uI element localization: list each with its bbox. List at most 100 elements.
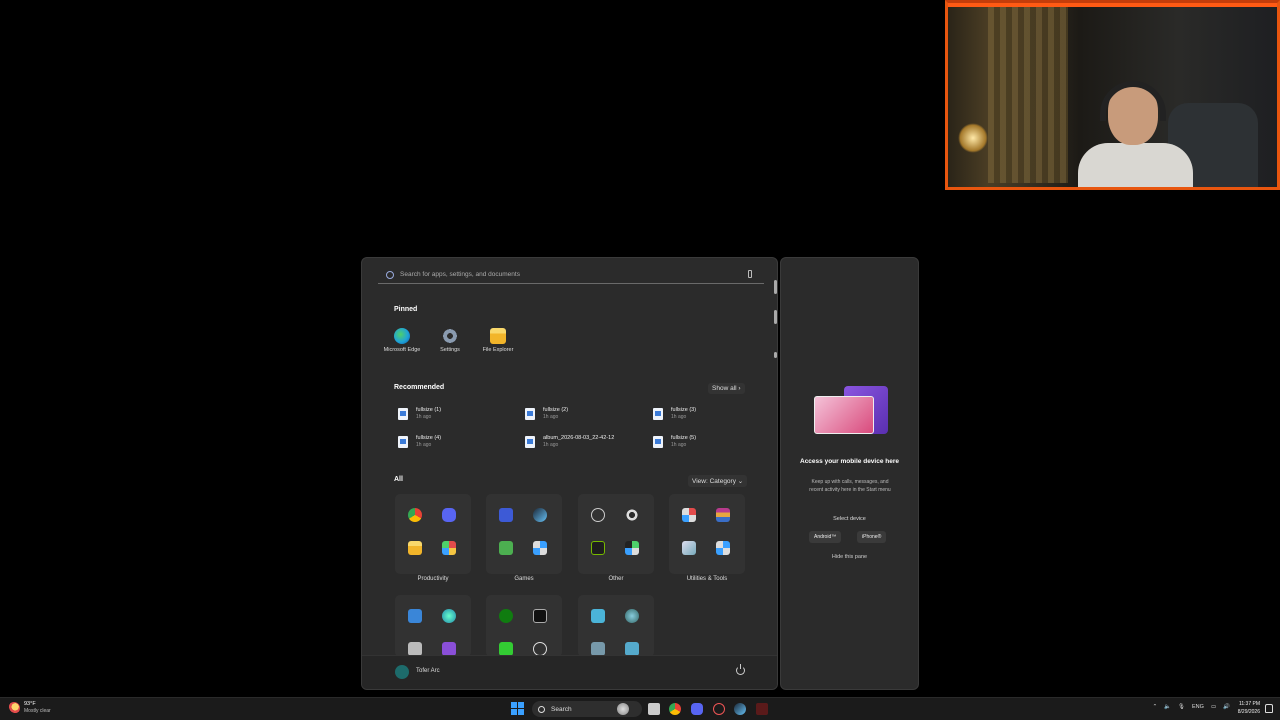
app-icon[interactable]: [756, 703, 768, 715]
category-label: Utilities & Tools: [686, 576, 728, 582]
chrome-icon[interactable]: [408, 508, 422, 522]
language-indicator[interactable]: ENG: [1192, 704, 1204, 710]
pinned-app-settings[interactable]: Settings: [426, 328, 474, 353]
document-icon: [653, 436, 663, 448]
notification-icon[interactable]: [1265, 704, 1273, 713]
xbox-icon[interactable]: [499, 609, 513, 623]
network-icon[interactable]: ▭: [1211, 704, 1216, 710]
pinned-app-file-explorer[interactable]: File Explorer: [474, 328, 522, 353]
taskbar: 93°F Mostly clear Search ⌃ 🔈 🎙 ENG ▭ 🔊 1…: [0, 697, 1280, 720]
recommended-time: 1h ago: [671, 414, 687, 420]
category-group[interactable]: [578, 595, 654, 657]
epic-games-icon[interactable]: [533, 609, 547, 623]
steam-icon[interactable]: [533, 508, 547, 522]
discord-icon[interactable]: [442, 508, 456, 522]
category-productivity[interactable]: [395, 494, 471, 574]
category-label: Productivity: [417, 576, 449, 582]
discord-icon[interactable]: [691, 703, 703, 715]
minecraft-icon[interactable]: [499, 541, 513, 555]
clock[interactable]: 11:37 PM 8/29/2026: [1238, 701, 1260, 716]
apps-icon[interactable]: [625, 541, 639, 555]
category-other[interactable]: [578, 494, 654, 574]
mic-icon[interactable]: 🎙: [1178, 704, 1185, 710]
pinned-app-edge[interactable]: Microsoft Edge: [378, 328, 426, 353]
search-highlight-icon[interactable]: [617, 703, 629, 715]
document-icon: [653, 408, 663, 420]
windows-logo-tile: [518, 709, 524, 715]
user-name[interactable]: Tofer Arc: [416, 668, 440, 674]
app-icon[interactable]: [442, 642, 456, 656]
start-search-box[interactable]: Search for apps, settings, and documents: [378, 266, 764, 284]
recommended-item[interactable]: fullsize (5) 1h ago: [653, 433, 773, 451]
play-icon[interactable]: [533, 642, 547, 656]
nvidia-icon[interactable]: [591, 541, 605, 555]
steelseries-icon[interactable]: [625, 508, 639, 522]
camera-icon[interactable]: [408, 642, 422, 656]
recommended-time: 1h ago: [416, 442, 432, 448]
obs-icon[interactable]: [591, 508, 605, 522]
start-button[interactable]: [511, 702, 524, 715]
phone-link-pane: Access your mobile device here Keep up w…: [780, 257, 919, 690]
system-tray: ⌃ 🔈 🎙 ENG ▭ 🔊: [1153, 704, 1230, 710]
chevron-up-icon[interactable]: ⌃: [1153, 704, 1158, 710]
recommended-name: fullsize (2): [543, 407, 569, 413]
avatar[interactable]: [395, 665, 409, 679]
chrome-icon[interactable]: [669, 703, 681, 715]
recommended-item[interactable]: fullsize (3) 1h ago: [653, 405, 773, 423]
task-view-icon[interactable]: [648, 703, 660, 715]
category-group[interactable]: [395, 595, 471, 657]
select-device-label: Select device: [833, 516, 866, 522]
steam-icon[interactable]: [734, 703, 746, 715]
show-all-button[interactable]: Show all ›: [708, 383, 745, 394]
all-title: All: [394, 476, 403, 483]
folder-icon: [490, 328, 506, 344]
volume-icon[interactable]: 🔊: [1223, 704, 1230, 710]
apps-icon[interactable]: [533, 541, 547, 555]
folder-icon[interactable]: [408, 541, 422, 555]
hide-pane-link[interactable]: Hide this pane: [781, 554, 918, 560]
document-icon: [398, 436, 408, 448]
recommended-item[interactable]: fullsize (4) 1h ago: [398, 433, 518, 451]
power-icon[interactable]: [736, 664, 745, 675]
category-group[interactable]: [486, 595, 562, 657]
settings-app-icon[interactable]: [682, 541, 696, 555]
winrar-icon[interactable]: [716, 508, 730, 522]
app-icon[interactable]: [591, 642, 605, 656]
app-icon[interactable]: [713, 703, 725, 715]
webcam-person-body: [1078, 143, 1193, 187]
speaker-icon[interactable]: 🔈: [1164, 704, 1171, 710]
category-games[interactable]: [486, 494, 562, 574]
mic-icon[interactable]: [748, 270, 752, 278]
webcam-overlay: [945, 0, 1280, 190]
windows-logo-tile: [511, 702, 517, 708]
windows-logo-tile: [518, 702, 524, 708]
scroll-indicator[interactable]: [774, 310, 777, 324]
apps-icon[interactable]: [716, 541, 730, 555]
scroll-indicator[interactable]: [774, 280, 777, 294]
app-icon[interactable]: [442, 609, 456, 623]
paint-icon[interactable]: [682, 508, 696, 522]
user-bar: Tofer Arc: [362, 655, 777, 689]
weather-widget[interactable]: 93°F Mostly clear: [8, 701, 51, 715]
app-icon[interactable]: [625, 609, 639, 623]
view-category-button[interactable]: View: Category ⌄: [688, 475, 748, 487]
recommended-item[interactable]: fullsize (1) 1h ago: [398, 405, 518, 423]
recommended-title: Recommended: [394, 384, 445, 391]
category-label: Games: [514, 576, 534, 582]
app-icon[interactable]: [408, 609, 422, 623]
roblox-icon[interactable]: [499, 508, 513, 522]
app-icon[interactable]: [499, 642, 513, 656]
recommended-item[interactable]: fullsize (2) 1h ago: [525, 405, 645, 423]
recommended-name: fullsize (4): [416, 435, 442, 441]
scroll-indicator[interactable]: [774, 352, 777, 358]
apps-icon[interactable]: [442, 541, 456, 555]
category-utilities[interactable]: [669, 494, 745, 574]
document-icon: [398, 408, 408, 420]
recommended-time: 1h ago: [416, 414, 432, 420]
android-button[interactable]: Android™: [809, 531, 842, 543]
app-icon[interactable]: [591, 609, 605, 623]
recommended-item[interactable]: album_2026-08-03_22-42-12 1h ago: [525, 433, 645, 451]
app-icon[interactable]: [625, 642, 639, 656]
iphone-button[interactable]: iPhone®: [857, 531, 887, 543]
recommended-name: fullsize (1): [416, 407, 442, 413]
